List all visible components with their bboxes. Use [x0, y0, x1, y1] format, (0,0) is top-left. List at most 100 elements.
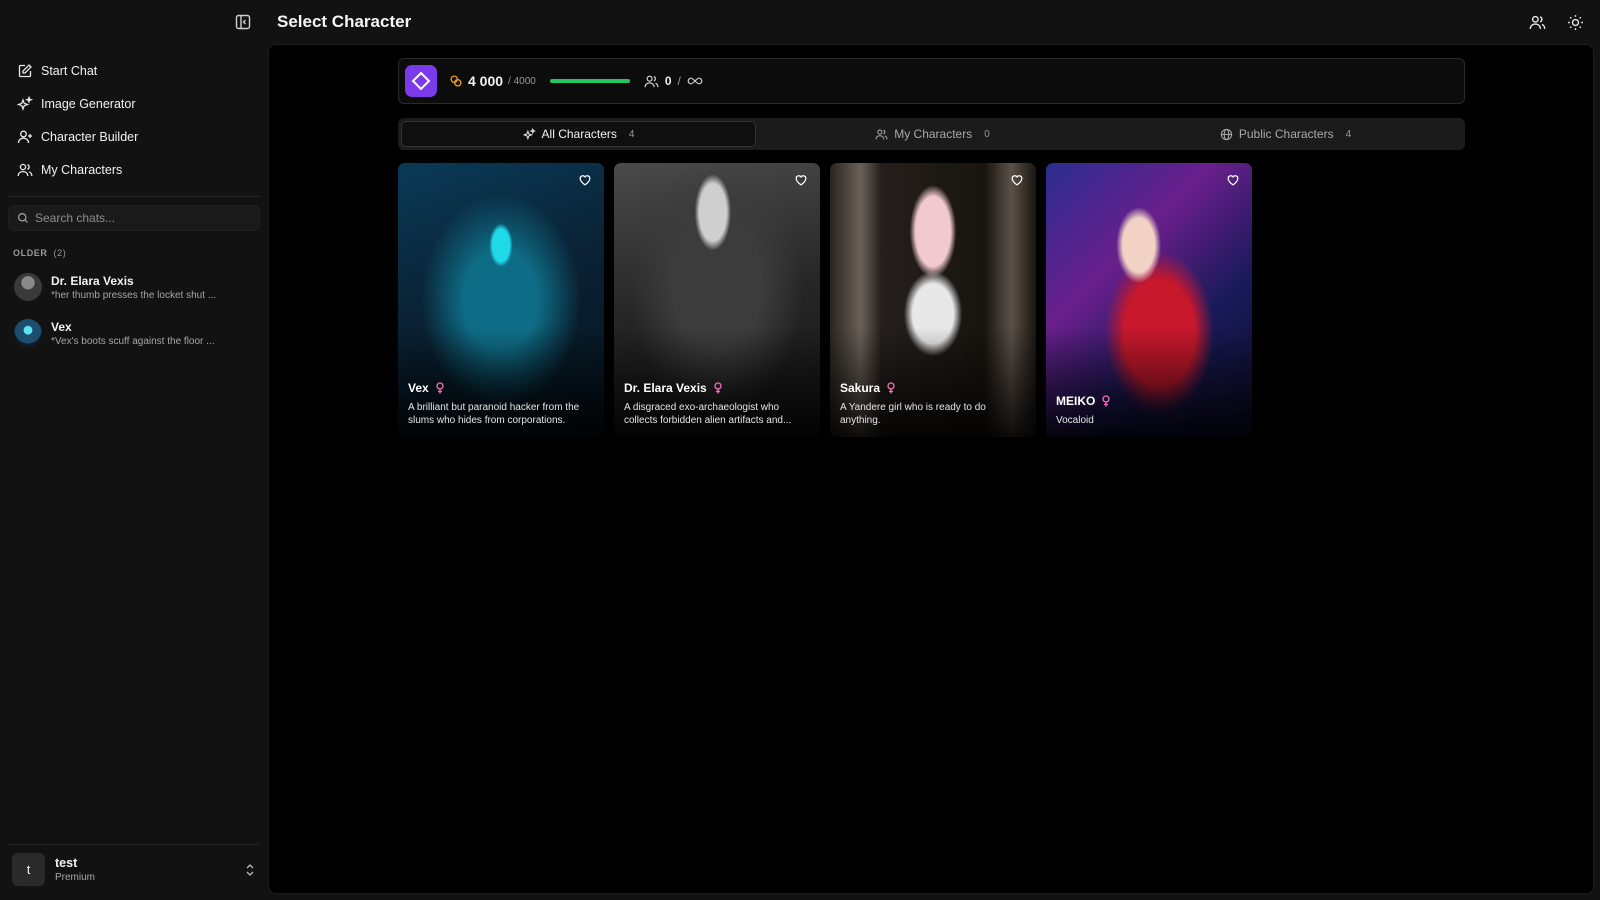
sidebar-item-label: My Characters: [41, 162, 123, 177]
tab-count: 4: [628, 128, 635, 140]
character-slots: 0 /: [644, 74, 703, 89]
chat-list: Dr. Elara Vexis *her thumb presses the l…: [0, 264, 268, 356]
avatar: [14, 273, 42, 301]
character-tabs: All Characters 4 My Characters 0 Public …: [398, 118, 1465, 150]
coin-balance: 4 000: [468, 73, 504, 89]
character-name: MEIKO: [1056, 394, 1242, 408]
character-name-text: Dr. Elara Vexis: [624, 381, 707, 395]
coin-progress-fill: [549, 79, 630, 83]
sidebar-item-label: Character Builder: [41, 129, 139, 144]
sidebar-nav: Start Chat Image Generator Character Bui…: [0, 44, 268, 186]
main-content: 4 000 / 4000 0 / All Characters 4 My Cha: [268, 44, 1594, 894]
chevrons-up-down-icon: [246, 863, 254, 876]
card-text: Vex A brilliant but paranoid hacker from…: [408, 381, 594, 427]
tab-all-characters[interactable]: All Characters 4: [401, 121, 756, 147]
female-icon: [436, 382, 444, 394]
character-name-text: Sakura: [840, 381, 881, 395]
stats-bar: 4 000 / 4000 0 /: [398, 58, 1465, 104]
character-card-elara-vexis[interactable]: Dr. Elara Vexis A disgraced exo-archaeol…: [614, 163, 820, 437]
search-icon: [18, 213, 28, 223]
chat-group-count: (2): [53, 248, 67, 258]
chat-item-vex[interactable]: Vex *Vex's boots scuff against the floor…: [0, 310, 268, 356]
chat-group-label: OLDER (2): [13, 248, 268, 258]
character-description: A brilliant but paranoid hacker from the…: [408, 402, 580, 426]
chat-preview: *Vex's boots scuff against the floor ...: [51, 335, 215, 347]
female-icon: [714, 382, 722, 394]
sidebar-top: [0, 0, 268, 44]
tab-count: 4: [1345, 128, 1352, 140]
sidebar-item-label: Start Chat: [41, 63, 98, 78]
users-icon: [875, 128, 888, 139]
edit-icon: [18, 63, 32, 77]
users-icon: [644, 75, 659, 87]
coin-progress: [549, 79, 630, 83]
users-icon: [1529, 15, 1545, 29]
heart-icon[interactable]: [578, 173, 592, 187]
tab-public-characters[interactable]: Public Characters 4: [1109, 121, 1462, 147]
theme-toggle-button[interactable]: [1564, 11, 1586, 33]
heart-icon[interactable]: [1226, 173, 1240, 187]
character-grid: Vex A brilliant but paranoid hacker from…: [398, 163, 1252, 437]
sidebar: Start Chat Image Generator Character Bui…: [0, 0, 268, 900]
users-icon: [17, 163, 33, 176]
sidebar-item-start-chat[interactable]: Start Chat: [8, 54, 260, 87]
character-name: Sakura: [840, 381, 1026, 395]
user-menu[interactable]: t test Premium: [8, 844, 260, 894]
user-name: test: [55, 856, 78, 870]
chat-title: Vex: [51, 319, 72, 334]
page-title: Select Character: [277, 12, 412, 31]
sidebar-divider: [8, 196, 260, 197]
tab-label: All Characters: [541, 127, 617, 141]
card-text: Sakura A Yandere girl who is ready to do…: [840, 381, 1026, 427]
character-card-vex[interactable]: Vex A brilliant but paranoid hacker from…: [398, 163, 604, 437]
tab-label: My Characters: [894, 127, 973, 141]
card-text: MEIKO Vocaloid: [1056, 394, 1242, 427]
female-icon: [1102, 395, 1110, 407]
panel-left-icon: [235, 14, 251, 30]
globe-icon: [1220, 128, 1233, 140]
character-description: A Yandere girl who is ready to do anythi…: [840, 402, 986, 426]
app-root: Start Chat Image Generator Character Bui…: [0, 0, 1600, 900]
sidebar-item-character-builder[interactable]: Character Builder: [8, 120, 260, 153]
heart-icon[interactable]: [794, 173, 808, 187]
sidebar-item-image-generator[interactable]: Image Generator: [8, 87, 260, 120]
user-plan: Premium: [55, 872, 96, 883]
chat-preview: *her thumb presses the locket shut ...: [51, 289, 217, 301]
search-box: [8, 205, 260, 231]
sidebar-item-label: Image Generator: [41, 96, 136, 111]
coin-max: / 4000: [508, 75, 536, 87]
character-name: Dr. Elara Vexis: [624, 381, 810, 395]
header-actions: [1526, 11, 1586, 33]
app-logo: [405, 65, 437, 97]
search-input[interactable]: [35, 211, 235, 225]
chat-item-elara[interactable]: Dr. Elara Vexis *her thumb presses the l…: [0, 264, 268, 310]
character-description: Vocaloid: [1056, 415, 1094, 426]
user-plus-icon: [17, 130, 32, 143]
chat-title: Dr. Elara Vexis: [51, 273, 134, 288]
sparkles-icon: [522, 127, 536, 140]
users-button[interactable]: [1526, 11, 1548, 33]
character-card-sakura[interactable]: Sakura A Yandere girl who is ready to do…: [830, 163, 1036, 437]
character-description: A disgraced exo-archaeologist who collec…: [624, 402, 792, 426]
character-name: Vex: [408, 381, 594, 395]
tab-my-characters[interactable]: My Characters 0: [756, 121, 1109, 147]
character-card-meiko[interactable]: MEIKO Vocaloid: [1046, 163, 1252, 437]
female-icon: [887, 382, 895, 394]
slots-separator: /: [677, 74, 681, 88]
diamond-logo-icon: [411, 71, 431, 91]
sidebar-item-my-characters[interactable]: My Characters: [8, 153, 260, 186]
user-avatar: t: [12, 853, 45, 886]
sidebar-toggle-button[interactable]: [232, 11, 254, 33]
sun-icon: [1567, 14, 1583, 30]
character-name-text: Vex: [408, 381, 429, 395]
coins-display: 4 000 / 4000: [449, 73, 536, 89]
avatar: [14, 319, 42, 347]
slots-count: 0: [664, 74, 672, 88]
heart-icon[interactable]: [1010, 173, 1024, 187]
user-info: test Premium: [55, 856, 234, 883]
infinity-icon: [687, 77, 703, 85]
tab-count: 0: [984, 128, 990, 140]
character-name-text: MEIKO: [1056, 394, 1096, 408]
chat-group-title: OLDER: [13, 248, 48, 258]
sparkles-icon: [17, 95, 33, 111]
